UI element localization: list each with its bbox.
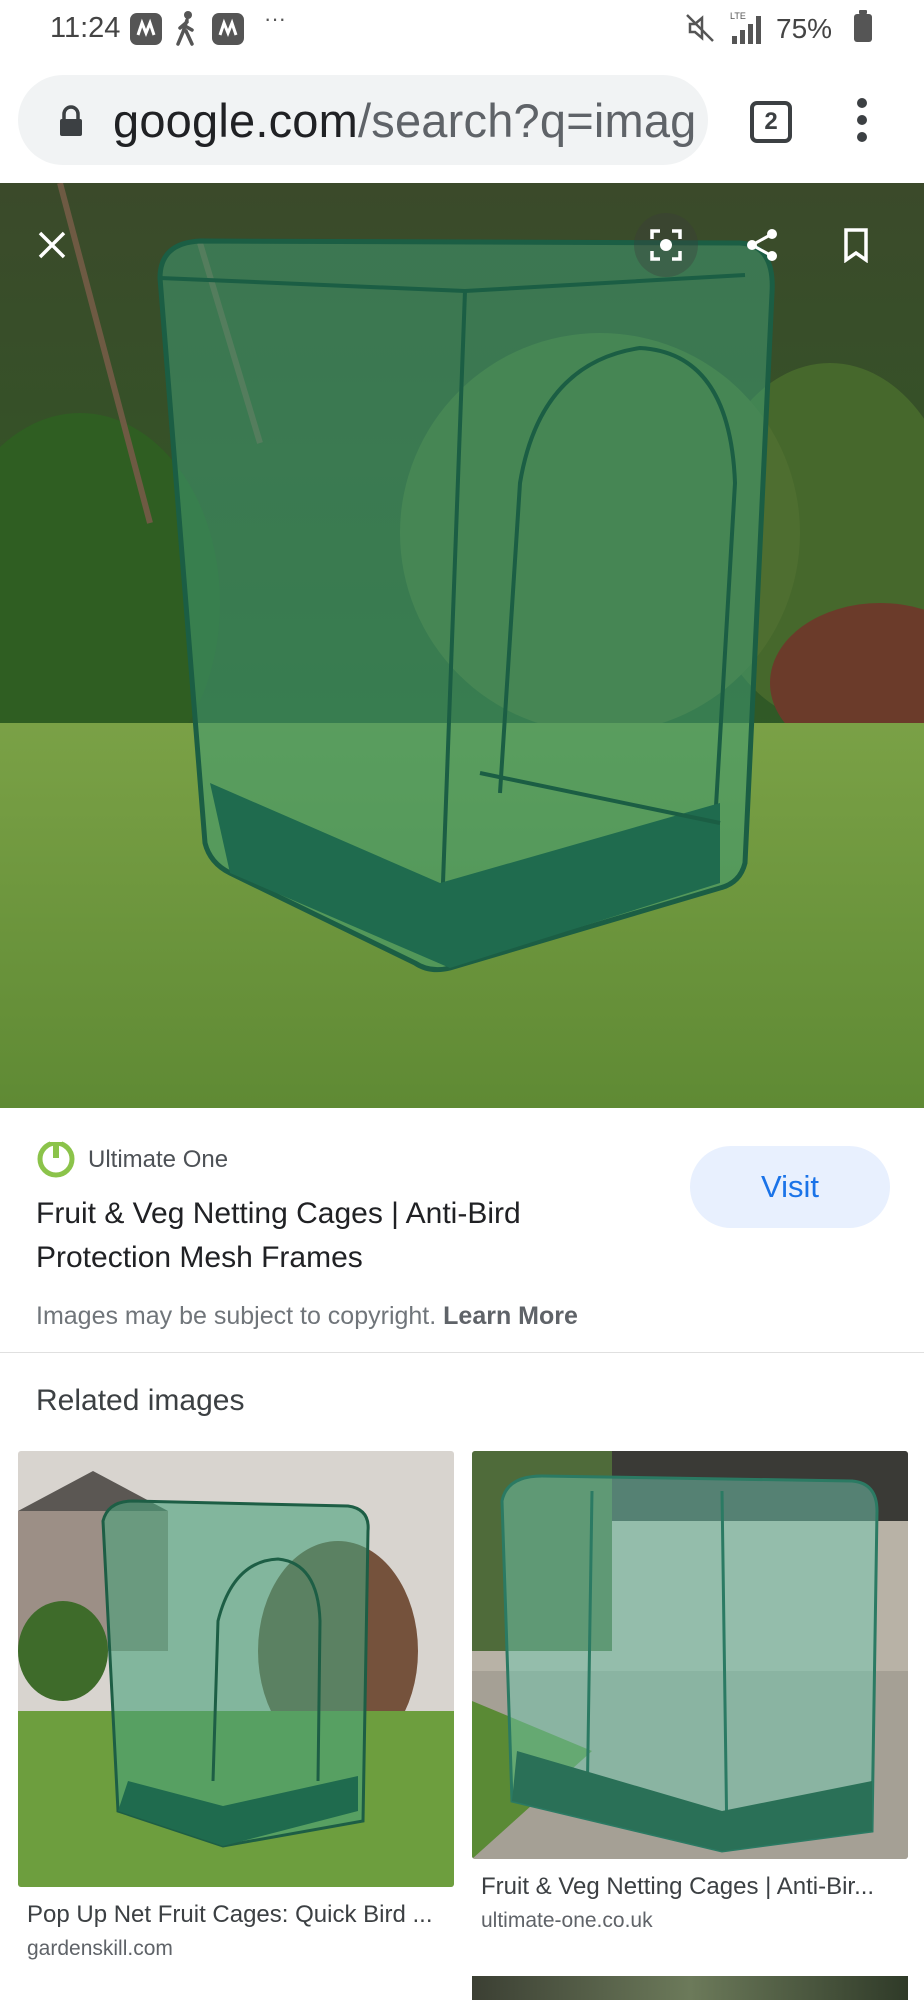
copyright-notice: Images may be subject to copyright. Lear…: [36, 1302, 578, 1331]
mute-icon: [684, 12, 716, 49]
tab-count: 2: [764, 108, 778, 135]
related-image-1: [18, 1451, 454, 1887]
more-vert-icon[interactable]: [852, 98, 872, 144]
related-thumbnail[interactable]: [18, 1451, 454, 1887]
related-thumbnail[interactable]: [472, 1451, 908, 1859]
related-image-2: [472, 1451, 908, 1859]
related-item[interactable]: [472, 1976, 908, 2000]
related-title[interactable]: Pop Up Net Fruit Cages: Quick Bird ...: [27, 1901, 447, 1929]
related-thumbnail[interactable]: [472, 1976, 908, 2000]
status-right-group: LTE 75%: [684, 10, 924, 48]
lock-icon[interactable]: [58, 105, 84, 142]
more-dots-icon: ···: [264, 6, 286, 31]
related-title[interactable]: Fruit & Veg Netting Cages | Anti-Bir...: [481, 1873, 901, 1901]
netting-cage-photo: [0, 183, 924, 1108]
ultimate-one-logo-icon: [36, 1138, 76, 1178]
visit-button[interactable]: Visit: [690, 1146, 890, 1228]
app-notification-icon: [212, 13, 244, 45]
close-icon[interactable]: [20, 213, 84, 277]
tabs-icon[interactable]: 2: [750, 101, 792, 143]
lens-icon[interactable]: [634, 213, 698, 277]
related-item[interactable]: Fruit & Veg Netting Cages | Anti-Bir... …: [472, 1451, 908, 1941]
lte-signal-icon: LTE: [728, 10, 768, 51]
copyright-text: Images may be subject to copyright.: [36, 1302, 437, 1330]
related-heading: Related images: [36, 1384, 245, 1417]
status-bar: 11:24 ··· LTE 75%: [0, 0, 924, 58]
svg-text:LTE: LTE: [730, 11, 746, 21]
related-item[interactable]: Pop Up Net Fruit Cages: Quick Bird ... g…: [18, 1451, 454, 1971]
walk-icon: [174, 10, 200, 51]
learn-more-link[interactable]: Learn More: [443, 1302, 578, 1330]
url-path: /search?q=imag: [358, 94, 697, 147]
related-domain: gardenskill.com: [27, 1937, 173, 1960]
image-info-panel: Ultimate One Fruit & Veg Netting Cages |…: [0, 1108, 924, 1353]
preview-image[interactable]: [0, 183, 924, 1108]
battery-percent: 75%: [776, 13, 833, 44]
url-text: google.com/search?q=imag: [113, 93, 697, 148]
url-domain: google.com: [113, 94, 358, 147]
related-domain: ultimate-one.co.uk: [481, 1909, 653, 1932]
browser-toolbar: google.com/search?q=imag 2: [0, 58, 924, 183]
address-bar[interactable]: google.com/search?q=imag: [18, 75, 708, 165]
bookmark-icon[interactable]: [824, 213, 888, 277]
source-name[interactable]: Ultimate One: [88, 1146, 228, 1174]
app-notification-icon: [130, 13, 162, 45]
status-time: 11:24: [50, 12, 121, 44]
share-icon[interactable]: [730, 213, 794, 277]
battery-icon: [854, 10, 872, 42]
result-title[interactable]: Fruit & Veg Netting Cages | Anti-Bird Pr…: [36, 1192, 656, 1280]
